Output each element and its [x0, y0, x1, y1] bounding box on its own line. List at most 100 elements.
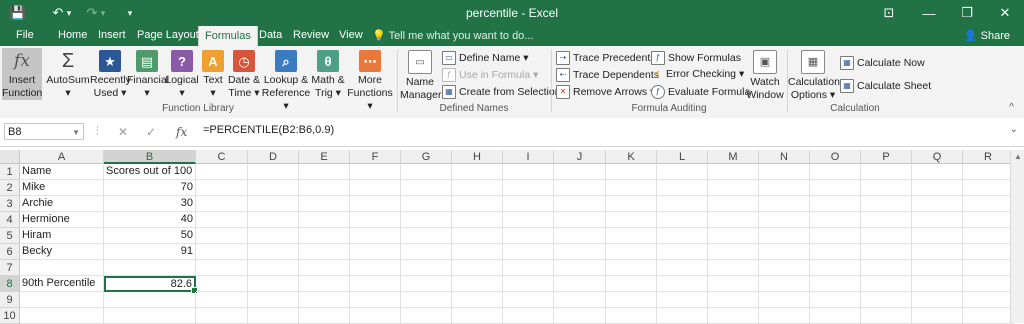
- cell-r2[interactable]: [963, 180, 1014, 196]
- math-trig-button[interactable]: θ Math & Trig ▾: [310, 50, 346, 100]
- cell-e10[interactable]: [299, 308, 350, 324]
- cell-n9[interactable]: [759, 292, 810, 308]
- cell-a9[interactable]: [20, 292, 104, 308]
- collapse-ribbon-icon[interactable]: ^: [1009, 102, 1014, 113]
- cell-c5[interactable]: [196, 228, 248, 244]
- financial-button[interactable]: ▤ Financial ▾: [127, 50, 169, 100]
- cell-g6[interactable]: [401, 244, 452, 260]
- cell-f4[interactable]: [350, 212, 401, 228]
- chevron-down-icon[interactable]: ▼: [72, 124, 80, 141]
- text-button[interactable]: A Text ▾: [199, 50, 227, 100]
- cell-f5[interactable]: [350, 228, 401, 244]
- column-header-g[interactable]: G: [401, 150, 452, 164]
- cell-q4[interactable]: [912, 212, 963, 228]
- cell-h1[interactable]: [452, 164, 503, 180]
- cell-c1[interactable]: [196, 164, 248, 180]
- column-header-d[interactable]: D: [248, 150, 299, 164]
- calculate-sheet-button[interactable]: ▦ Calculate Sheet: [840, 79, 931, 93]
- column-header-q[interactable]: Q: [912, 150, 963, 164]
- cell-a7[interactable]: [20, 260, 104, 276]
- cell-f7[interactable]: [350, 260, 401, 276]
- watch-window-button[interactable]: ▣ Watch Window: [744, 50, 786, 102]
- cell-l9[interactable]: [657, 292, 708, 308]
- trace-precedents-button[interactable]: ⇢ Trace Precedents: [556, 51, 655, 65]
- cell-p7[interactable]: [861, 260, 912, 276]
- cell-g3[interactable]: [401, 196, 452, 212]
- cell-m8[interactable]: [708, 276, 759, 292]
- cell-d8[interactable]: [248, 276, 299, 292]
- cell-m9[interactable]: [708, 292, 759, 308]
- cell-o2[interactable]: [810, 180, 861, 196]
- cell-p9[interactable]: [861, 292, 912, 308]
- cell-g1[interactable]: [401, 164, 452, 180]
- cell-m1[interactable]: [708, 164, 759, 180]
- cell-c10[interactable]: [196, 308, 248, 324]
- column-header-a[interactable]: A: [20, 150, 104, 164]
- cell-e2[interactable]: [299, 180, 350, 196]
- column-header-o[interactable]: O: [810, 150, 861, 164]
- cell-o9[interactable]: [810, 292, 861, 308]
- cell-h8[interactable]: [452, 276, 503, 292]
- cell-m4[interactable]: [708, 212, 759, 228]
- cell-p2[interactable]: [861, 180, 912, 196]
- trace-dependents-button[interactable]: ⇠ Trace Dependents: [556, 68, 659, 82]
- cell-m2[interactable]: [708, 180, 759, 196]
- cell-f1[interactable]: [350, 164, 401, 180]
- cell-j7[interactable]: [554, 260, 606, 276]
- cell-r6[interactable]: [963, 244, 1014, 260]
- cell-d3[interactable]: [248, 196, 299, 212]
- column-header-r[interactable]: R: [963, 150, 1014, 164]
- cell-k4[interactable]: [606, 212, 657, 228]
- cell-m6[interactable]: [708, 244, 759, 260]
- cell-q2[interactable]: [912, 180, 963, 196]
- cell-r5[interactable]: [963, 228, 1014, 244]
- row-header-3[interactable]: 3: [0, 196, 20, 212]
- cell-j1[interactable]: [554, 164, 606, 180]
- cell-j9[interactable]: [554, 292, 606, 308]
- row-header-2[interactable]: 2: [0, 180, 20, 196]
- cell-i9[interactable]: [503, 292, 554, 308]
- cell-b3[interactable]: 30: [104, 196, 196, 212]
- cell-e5[interactable]: [299, 228, 350, 244]
- cell-n5[interactable]: [759, 228, 810, 244]
- cell-b9[interactable]: [104, 292, 196, 308]
- column-header-l[interactable]: L: [657, 150, 708, 164]
- cell-a6[interactable]: Becky: [20, 244, 104, 260]
- cell-f8[interactable]: [350, 276, 401, 292]
- row-header-10[interactable]: 10: [0, 308, 20, 324]
- cell-j8[interactable]: [554, 276, 606, 292]
- cell-n7[interactable]: [759, 260, 810, 276]
- cell-f2[interactable]: [350, 180, 401, 196]
- cell-e7[interactable]: [299, 260, 350, 276]
- cell-e8[interactable]: [299, 276, 350, 292]
- tab-file[interactable]: File: [16, 29, 34, 41]
- tab-view[interactable]: View: [339, 29, 363, 41]
- column-header-i[interactable]: I: [503, 150, 554, 164]
- cell-k8[interactable]: [606, 276, 657, 292]
- cell-h10[interactable]: [452, 308, 503, 324]
- error-checking-button[interactable]: ✔ Error Checking ▾: [651, 68, 745, 80]
- cell-j4[interactable]: [554, 212, 606, 228]
- insert-function-button[interactable]: fx Insert Function: [2, 50, 42, 100]
- column-header-f[interactable]: F: [350, 150, 401, 164]
- cell-n2[interactable]: [759, 180, 810, 196]
- cell-a3[interactable]: Archie: [20, 196, 104, 212]
- cell-c6[interactable]: [196, 244, 248, 260]
- column-header-c[interactable]: C: [196, 150, 248, 164]
- row-header-9[interactable]: 9: [0, 292, 20, 308]
- cell-f6[interactable]: [350, 244, 401, 260]
- cell-l8[interactable]: [657, 276, 708, 292]
- cell-q1[interactable]: [912, 164, 963, 180]
- cell-d9[interactable]: [248, 292, 299, 308]
- cell-j3[interactable]: [554, 196, 606, 212]
- cell-d1[interactable]: [248, 164, 299, 180]
- show-formulas-button[interactable]: ƒ Show Formulas: [651, 51, 741, 65]
- ribbon-display-options-icon[interactable]: ⊡: [874, 3, 904, 23]
- cell-r7[interactable]: [963, 260, 1014, 276]
- remove-arrows-button[interactable]: ✕ Remove Arrows ▾: [556, 85, 655, 99]
- cell-o10[interactable]: [810, 308, 861, 324]
- cell-d6[interactable]: [248, 244, 299, 260]
- scroll-up-icon[interactable]: ▲: [1014, 152, 1022, 161]
- row-header-8[interactable]: 8: [0, 276, 20, 292]
- recently-used-button[interactable]: ★ Recently Used ▾: [90, 50, 131, 100]
